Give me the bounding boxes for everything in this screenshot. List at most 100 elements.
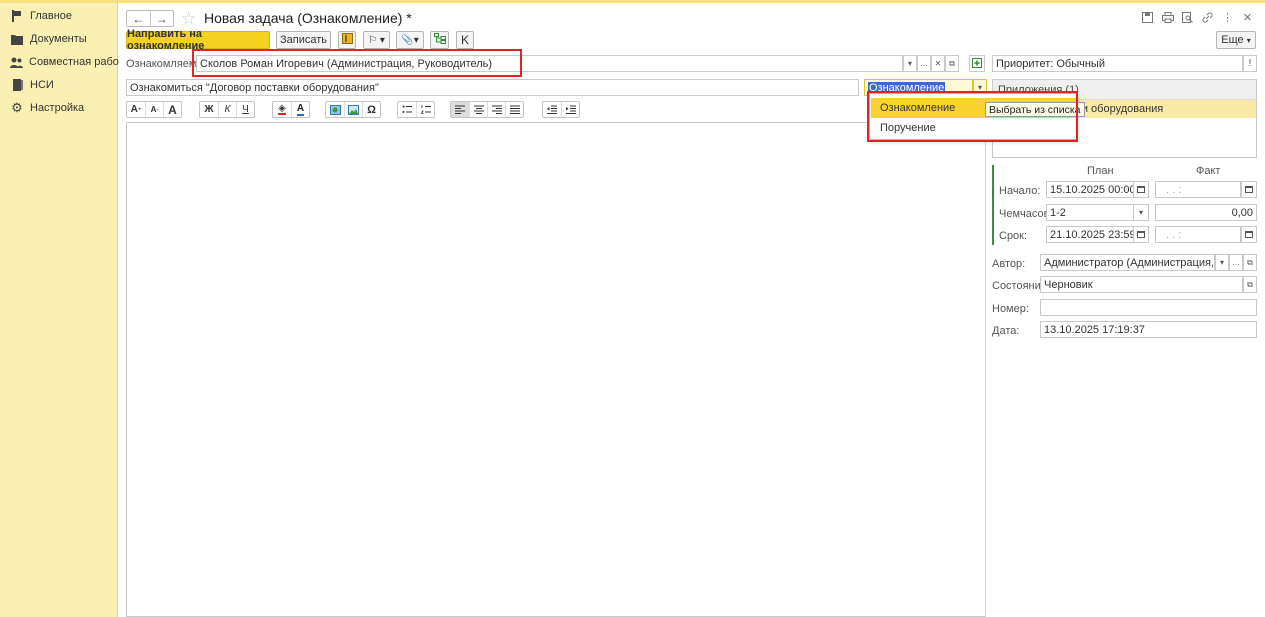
insert-link-image-icon[interactable] — [326, 102, 344, 117]
folder-icon — [10, 32, 24, 46]
reader-clear-button[interactable]: ✕ — [931, 55, 945, 72]
open-link-icon: ⧉ — [1247, 279, 1253, 289]
insert-symbol-icon[interactable]: Ω — [362, 102, 380, 117]
due-plan-field[interactable]: 21.10.2025 23:59 — [1046, 226, 1134, 243]
save-doc-icon[interactable] — [1140, 10, 1155, 25]
flag-icon — [10, 9, 24, 23]
plan-header: План — [1087, 165, 1114, 177]
chevron-down-icon: ▾ — [1219, 258, 1224, 267]
back-button[interactable]: ← — [127, 11, 150, 26]
indent-decrease-icon[interactable] — [543, 102, 561, 117]
reader-select-button[interactable]: … — [917, 55, 931, 72]
chevron-down-icon: ▾ — [977, 83, 982, 92]
due-fact-calendar-button[interactable] — [1241, 226, 1257, 243]
number-field[interactable] — [1040, 299, 1257, 316]
star-icon[interactable]: ☆ — [181, 9, 196, 29]
sidebar-item-nsi[interactable]: НСИ — [0, 75, 118, 95]
font-shrink-icon[interactable]: A- — [145, 102, 163, 117]
align-right-icon[interactable] — [487, 102, 505, 117]
sidebar-item-collaboration[interactable]: Совместная работа — [0, 52, 130, 72]
align-group — [450, 101, 524, 118]
calendar-icon — [1137, 186, 1145, 193]
sidebar-item-label: Главное — [30, 10, 73, 22]
structure-button[interactable] — [430, 31, 449, 49]
start-fact-calendar-button[interactable] — [1241, 181, 1257, 198]
subject-field[interactable]: Ознакомиться "Договор поставки оборудова… — [126, 79, 859, 96]
author-field[interactable]: Администратор (Администрация, Админис — [1040, 254, 1215, 271]
state-field[interactable]: Черновик — [1040, 276, 1243, 293]
add-green-icon — [972, 57, 982, 70]
text-color-icon[interactable]: A — [291, 102, 309, 117]
numbered-list-icon[interactable] — [416, 102, 434, 117]
indent-increase-icon[interactable] — [561, 102, 579, 117]
indent-group — [542, 101, 580, 118]
state-open-button[interactable]: ⧉ — [1243, 276, 1257, 293]
users-icon — [10, 55, 23, 69]
author-open-button[interactable]: ⧉ — [1243, 254, 1257, 271]
reader-open-button[interactable]: ⧉ — [945, 55, 959, 72]
priority-indicator-button[interactable]: ! — [1243, 55, 1257, 72]
hours-plan-field[interactable]: 1-2 — [1046, 204, 1134, 221]
font-grow-icon[interactable]: A + — [127, 102, 145, 117]
due-plan-calendar-button[interactable] — [1133, 226, 1149, 243]
clear-x-icon: ✕ — [934, 59, 942, 68]
description-editor[interactable] — [126, 122, 986, 617]
select-from-list-tooltip: Выбрать из списка — [985, 102, 1085, 117]
forward-button[interactable]: → — [149, 11, 174, 26]
start-plan-field[interactable]: 15.10.2025 00:00 — [1046, 181, 1134, 198]
sidebar-item-settings[interactable]: ⚙ Настройка — [0, 98, 118, 118]
author-dropdown-button[interactable]: ▾ — [1215, 254, 1229, 271]
priority-field[interactable]: Приоритет: Обычный — [992, 55, 1243, 72]
date-field[interactable]: 13.10.2025 17:19:37 — [1040, 321, 1257, 338]
bullet-list-icon[interactable] — [398, 102, 416, 117]
start-fact-field[interactable]: . . : — [1155, 181, 1241, 198]
preview-icon[interactable] — [1180, 10, 1195, 25]
font-size-group: A + A- A — [126, 101, 182, 118]
close-icon[interactable]: ✕ — [1240, 10, 1255, 25]
report-button[interactable] — [338, 31, 356, 49]
author-select-button[interactable]: … — [1229, 254, 1243, 271]
save-button[interactable]: Записать — [276, 31, 331, 49]
add-reader-button[interactable] — [969, 55, 985, 72]
flag-dropdown-button[interactable]: ⚐ ▾ — [363, 31, 390, 49]
send-for-review-button[interactable]: Направить на ознакомление — [126, 28, 270, 52]
main-form: ← → ☆ Новая задача (Ознакомление) * ⋮ ✕ … — [119, 3, 1265, 617]
attach-dropdown-button[interactable]: 📎▾ — [396, 31, 424, 49]
align-left-icon[interactable] — [451, 102, 469, 117]
align-center-icon[interactable] — [469, 102, 487, 117]
bold-icon[interactable]: Ж — [200, 102, 218, 117]
highlight-color-icon[interactable]: ◈ — [273, 102, 291, 117]
more-menu-icon[interactable]: ⋮ — [1220, 10, 1235, 25]
due-fact-field[interactable]: . . : — [1155, 226, 1241, 243]
fact-header: Факт — [1196, 165, 1221, 177]
italic-icon[interactable]: К — [218, 102, 236, 117]
open-link-icon: ⧉ — [1247, 257, 1253, 267]
reader-field[interactable]: Сколов Роман Игоревич (Администрация, Ру… — [196, 55, 903, 72]
open-link-icon: ⧉ — [949, 58, 955, 68]
more-button-label: Еще — [1221, 34, 1244, 46]
tree-structure-icon — [433, 33, 446, 47]
hours-plan-dropdown-button[interactable]: ▾ — [1133, 204, 1149, 221]
link-icon[interactable] — [1200, 10, 1215, 25]
underline-icon[interactable]: Ч — [236, 102, 254, 117]
hours-fact-field[interactable]: 0,00 — [1155, 204, 1257, 221]
insert-picture-icon[interactable] — [344, 102, 362, 117]
calendar-icon — [1245, 231, 1253, 238]
chevron-down-icon: ▾ — [1246, 35, 1251, 45]
option-assignment[interactable]: Поручение — [871, 118, 1077, 138]
start-plan-calendar-button[interactable] — [1133, 181, 1149, 198]
reader-dropdown-button[interactable]: ▾ — [903, 55, 917, 72]
font-icon[interactable]: A — [163, 102, 181, 117]
due-label: Срок: — [999, 230, 1028, 242]
sidebar-item-main[interactable]: Главное — [0, 6, 118, 26]
insert-group: Ω — [325, 101, 381, 118]
align-justify-icon[interactable] — [505, 102, 523, 117]
k-button[interactable]: K — [456, 31, 474, 49]
paperclip-icon: 📎▾ — [401, 34, 419, 46]
sidebar-item-label: НСИ — [30, 79, 54, 91]
sidebar-item-documents[interactable]: Документы — [0, 29, 118, 49]
chevron-down-icon: ▾ — [907, 59, 912, 68]
print-icon[interactable] — [1160, 10, 1175, 25]
list-group — [397, 101, 435, 118]
more-button[interactable]: Еще ▾ — [1216, 31, 1256, 49]
